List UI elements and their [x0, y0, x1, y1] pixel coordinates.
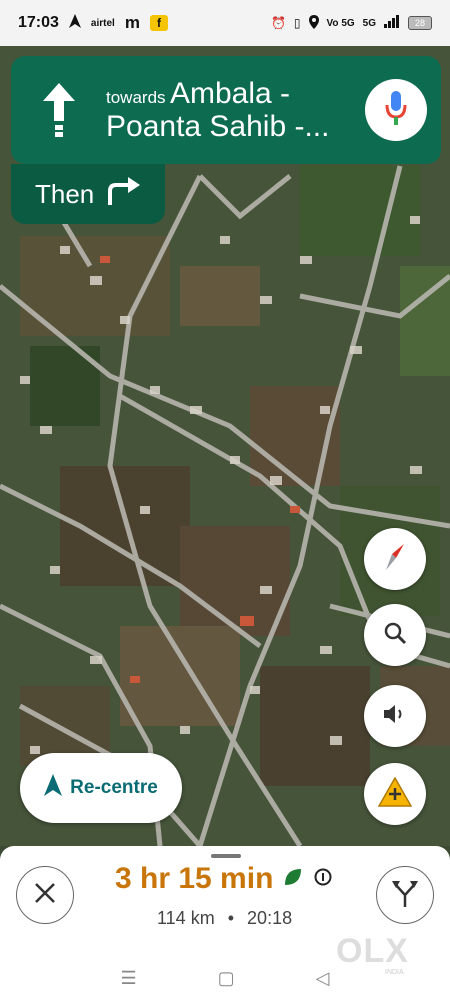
destination-line2: Poanta Sahib -...: [106, 110, 330, 143]
navigation-icon: [68, 14, 81, 32]
trip-summary: 114 km • 20:18: [157, 908, 292, 929]
close-navigation-button[interactable]: [16, 866, 74, 924]
toll-info-icon: [313, 867, 333, 892]
close-icon: [34, 882, 56, 909]
menu-icon[interactable]: ☰: [121, 968, 137, 989]
compass-button[interactable]: [364, 528, 426, 590]
trip-bottom-sheet[interactable]: 3 hr 15 min 114 km • 20:18 OLX INDIA ☰ ▢…: [0, 846, 450, 1000]
eta-row: 3 hr 15 min: [115, 862, 333, 896]
turn-right-icon: [106, 176, 142, 212]
status-time: 17:03: [18, 14, 59, 31]
m-icon: m: [124, 13, 140, 32]
search-icon: [383, 621, 407, 650]
alternate-routes-button[interactable]: [376, 866, 434, 924]
arrival-time: 20:18: [247, 908, 293, 928]
then-maneuver[interactable]: Then: [11, 164, 165, 224]
arrow-straight-icon: [11, 56, 106, 164]
alarm-icon: ⏰: [270, 16, 286, 30]
flipkart-icon: f: [149, 15, 168, 31]
recentre-label: Re-centre: [70, 777, 158, 798]
airtel-icon: airtel: [90, 17, 115, 29]
alternate-routes-icon: [392, 879, 418, 912]
then-label: Then: [35, 178, 95, 209]
volte-label: Vo 5G: [326, 17, 355, 29]
destination-line1: Ambala -: [169, 77, 291, 110]
add-report-button[interactable]: [364, 763, 426, 825]
recentre-button[interactable]: Re-centre: [20, 753, 182, 823]
network-label: 5G: [362, 17, 376, 29]
microphone-icon: [385, 90, 407, 130]
navigation-banner[interactable]: towards Ambala - Poanta Sahib -...: [11, 56, 441, 164]
compass-icon: [380, 542, 410, 577]
add-report-icon: [377, 775, 413, 812]
search-button[interactable]: [364, 604, 426, 666]
back-icon[interactable]: ◁: [316, 968, 330, 989]
trip-separator: •: [227, 908, 235, 928]
trip-distance: 114 km: [157, 908, 215, 928]
vibrate-icon: ▯: [293, 16, 301, 30]
battery-icon: 28: [408, 16, 432, 30]
navigation-arrow-icon: [44, 774, 63, 802]
home-icon[interactable]: ▢: [218, 968, 235, 989]
voice-search-button[interactable]: [365, 79, 427, 141]
signal-icon: [384, 15, 400, 31]
navigation-instruction: towards Ambala - Poanta Sahib -...: [106, 77, 365, 143]
towards-label: towards: [106, 88, 166, 107]
eta-duration: 3 hr 15 min: [115, 862, 274, 895]
eco-leaf-icon: [283, 867, 303, 892]
system-nav-bar: ☰ ▢ ◁: [0, 956, 450, 1000]
location-icon: [308, 14, 319, 32]
sheet-handle[interactable]: [211, 854, 241, 858]
volume-icon: [382, 703, 408, 730]
volume-button[interactable]: [364, 685, 426, 747]
status-bar: 17:03 airtel m f ⏰ ▯ Vo 5G 5G 28: [0, 0, 450, 46]
